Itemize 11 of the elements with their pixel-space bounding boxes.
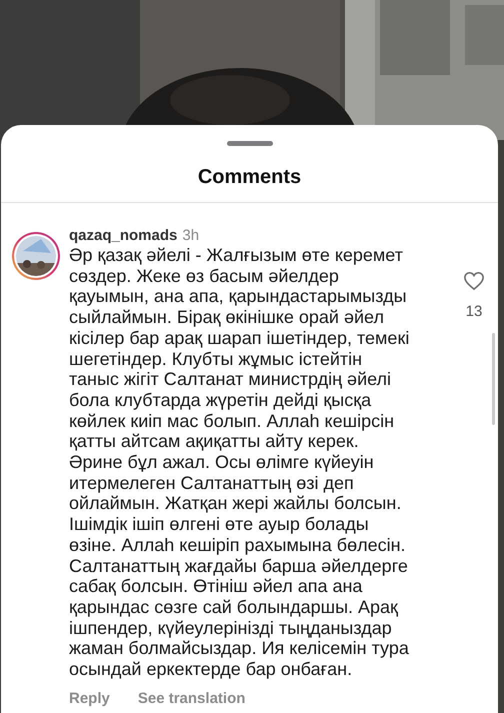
comment-action[interactable]: See translation — [138, 690, 246, 707]
comment-action[interactable]: Reply — [69, 690, 110, 707]
sheet-title: Comments — [196, 166, 302, 189]
scrollbar[interactable] — [492, 333, 495, 425]
comment-text: Әр қазақ әйелі - Жалғызым өте керемет сөздер. Жеке өз басым әйелдер қауымын, ана апа, қарындастарымызды сыйлаймын. Бірақ өкінішке орай әйел кісілер бар арақ шарап ішетіндер, темекі шегетіндер. Клубты жұмыс істейтін таныс жігіт Салтанат министрдің әйелі бола клубтарда жүретін дейді қысқа көйлек киіп мас болып. Аллаһ кешірсін қатты айтсам ақиқатты айту керек. Әрине бұл ажал. Осы өлімге күйеуін итермелеген Салтанаттың өзі деп ойлаймын. Жатқан жері жайлы болсын. Ішімдік ішіп өлгені өте ауыр болады өзіне. Аллаһ кешіріп рахымына бөлесін. Салтанаттың жағдайы барша әйелдерге сабақ болсын. Өтініш әйел апа ана қарындас сөзге сай болындаршы. Арақ ішпендер, күйеулерінізді тыңданыздар жаман болмайсыздар. Ия келісемін тура осындай еркектерде бар онбаған. — [69, 245, 410, 680]
avatar[interactable] — [11, 231, 61, 281]
username[interactable]: qazaq_nomads — [69, 227, 178, 244]
heart-icon[interactable] — [463, 271, 485, 291]
drag-handle[interactable] — [226, 141, 272, 146]
timestamp: 3h — [182, 227, 200, 244]
like-count: 13 — [466, 303, 482, 320]
